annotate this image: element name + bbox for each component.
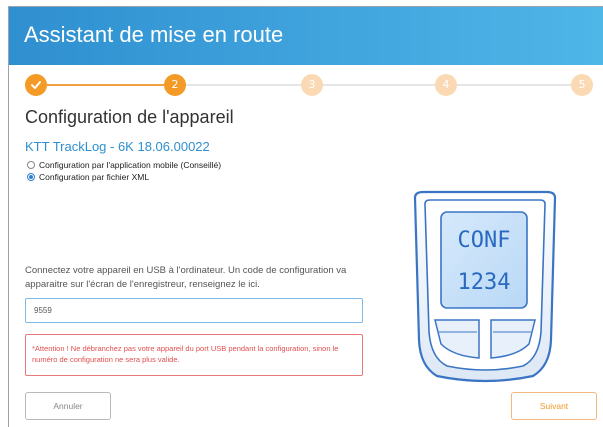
option-mobile-app-label: Configuration par l'application mobile (…: [39, 160, 222, 170]
step-2[interactable]: 2: [164, 74, 186, 96]
step-4[interactable]: 4: [435, 74, 457, 96]
lcd-line-1: CONF: [458, 228, 511, 253]
wizard-header: Assistant de mise en route: [9, 7, 603, 65]
configuration-code-input[interactable]: [25, 298, 363, 323]
instructions-text: Connectez votre appareil en USB à l'ordi…: [25, 265, 347, 290]
logger-device-illustration: CONF 1234: [413, 190, 557, 383]
step-1[interactable]: [25, 74, 47, 96]
usb-warning: *Attention ! Ne débranchez pas votre app…: [25, 334, 363, 376]
radio-mobile-app[interactable]: [27, 161, 35, 169]
check-icon: [31, 81, 41, 89]
step-3[interactable]: 3: [301, 74, 323, 96]
option-xml-file-label: Configuration par fichier XML: [39, 172, 150, 182]
lcd-line-2: 1234: [458, 270, 511, 295]
wizard-title: Assistant de mise en route: [24, 22, 284, 47]
stepper: 2 3 4 5: [25, 72, 603, 98]
cancel-button[interactable]: Annuler: [25, 392, 111, 420]
next-button[interactable]: Suivant: [511, 392, 597, 420]
radio-xml-file[interactable]: [27, 173, 35, 181]
page-title: Configuration de l'appareil: [25, 107, 234, 127]
option-xml-file[interactable]: Configuration par fichier XML: [27, 172, 149, 182]
step-5[interactable]: 5: [571, 74, 593, 96]
device-name: KTT TrackLog - 6K 18.06.00022: [25, 139, 210, 154]
option-mobile-app[interactable]: Configuration par l'application mobile (…: [27, 160, 221, 170]
